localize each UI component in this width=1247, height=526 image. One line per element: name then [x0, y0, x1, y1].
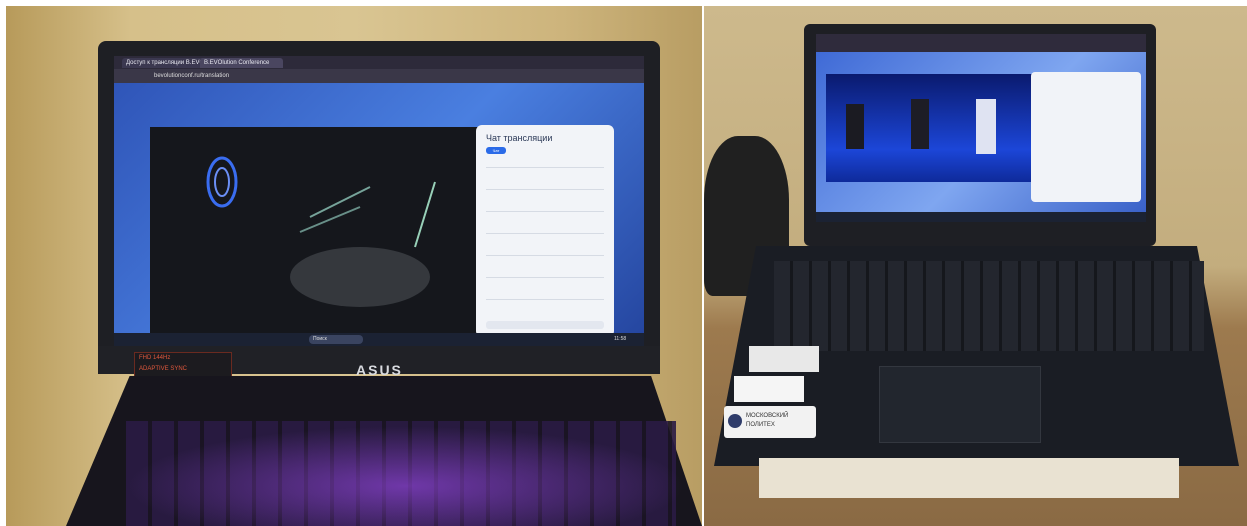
panel-scene [846, 99, 996, 154]
url-text: bevolutionconf.ru/translation [154, 73, 230, 79]
taskbar: Поиск 11:58 [114, 333, 644, 346]
laptop-screen [816, 34, 1146, 222]
light-beam [299, 206, 361, 233]
address-bar[interactable]: bevolutionconf.ru/translation [114, 69, 644, 83]
speaker-figure [846, 104, 864, 149]
web-page [816, 52, 1146, 212]
browser-toolbar [816, 34, 1146, 52]
taskbar-search[interactable]: Поиск [309, 335, 363, 344]
laptop-screen: Доступ к трансляции B.EVO... B.EVOlution… [114, 56, 644, 346]
speaker-figure [911, 99, 929, 149]
sticker-line: МОСКОВСКИЙ [746, 413, 789, 419]
chat-panel [1031, 72, 1141, 202]
university-sticker: МОСКОВСКИЙ ПОЛИТЕХ [724, 406, 816, 438]
chat-panel: Чат трансляции Чат [476, 125, 614, 337]
sticker-line: ADAPTIVE SYNC [139, 366, 188, 372]
clock: 11:58 [614, 336, 627, 342]
chat-message [486, 255, 604, 256]
laptop-sticker [734, 376, 804, 402]
display-sticker: FHD 144Hz ADAPTIVE SYNC [134, 352, 232, 378]
speaker-figure [976, 99, 996, 154]
keyboard-keys [774, 261, 1204, 351]
stage-logo [206, 156, 238, 208]
browser-tab-bar: Доступ к трансляции B.EVO... B.EVOlution… [114, 56, 644, 69]
book-stand [759, 458, 1179, 498]
keyboard-backlight [126, 426, 686, 526]
chat-title: Чат трансляции [486, 133, 553, 143]
stage-floor-light [290, 247, 430, 307]
sticker-line: FHD 144Hz [139, 355, 171, 361]
photo-left: Доступ к трансляции B.EVO... B.EVOlution… [6, 6, 702, 526]
sticker-line: ПОЛИТЕХ [746, 422, 775, 428]
touchpad [879, 366, 1041, 443]
video-player[interactable] [150, 127, 480, 337]
browser-tab[interactable]: Доступ к трансляции B.EVO... [122, 58, 205, 68]
web-page: Чат трансляции Чат [114, 83, 644, 337]
brand-logo: ASUS [356, 362, 403, 378]
chat-message [486, 299, 604, 300]
light-beam [414, 181, 436, 248]
chat-message [486, 211, 604, 212]
chat-input[interactable] [486, 321, 604, 329]
video-player[interactable] [826, 74, 1041, 182]
chat-tab-button[interactable]: Чат [486, 147, 506, 154]
taskbar [816, 212, 1146, 222]
chat-message [486, 189, 604, 190]
chat-message [486, 233, 604, 234]
chat-message [486, 277, 604, 278]
laptop-sticker [749, 346, 819, 372]
stage-logo-inner [214, 167, 230, 197]
light-beam [309, 186, 371, 218]
browser-tab[interactable]: B.EVOlution Conference [200, 58, 283, 68]
stage-scene [206, 156, 436, 307]
university-logo [728, 414, 742, 428]
photo-right: МОСКОВСКИЙ ПОЛИТЕХ [704, 6, 1247, 526]
chat-message [486, 167, 604, 168]
